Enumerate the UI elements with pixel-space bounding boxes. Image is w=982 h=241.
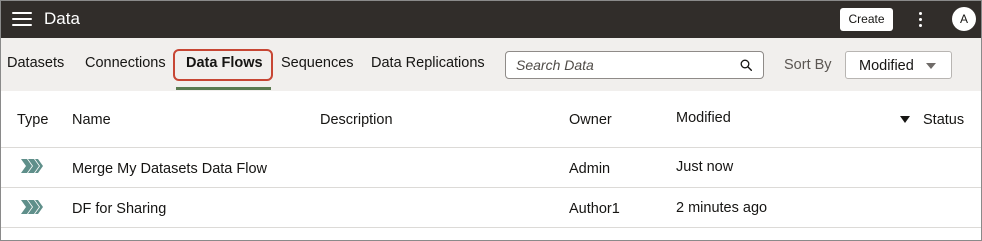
hamburger-menu-icon[interactable] [12, 12, 32, 27]
table-row[interactable]: DF for Sharing Author1 2 minutes ago [1, 188, 981, 228]
column-header-name[interactable]: Name [72, 112, 111, 128]
tab-connections[interactable]: Connections [85, 55, 166, 71]
tab-data-replications[interactable]: Data Replications [371, 55, 485, 71]
column-header-description[interactable]: Description [320, 112, 393, 128]
column-header-modified[interactable]: Modified [676, 110, 731, 126]
create-button[interactable]: Create [840, 8, 893, 31]
page-title: Data [44, 9, 80, 28]
sort-by-select[interactable]: Modified [845, 51, 952, 79]
row-modified: 2 minutes ago [676, 200, 768, 216]
row-name: DF for Sharing [72, 201, 167, 217]
column-header-type[interactable]: Type [17, 112, 48, 128]
sort-descending-icon[interactable] [900, 116, 910, 123]
row-name: Merge My Datasets Data Flow [72, 161, 268, 177]
data-flow-icon [21, 200, 43, 214]
row-owner: Author1 [569, 201, 620, 217]
data-flow-icon [21, 159, 43, 173]
tab-data-flows[interactable]: Data Flows [186, 55, 263, 71]
search-input[interactable] [516, 55, 736, 75]
column-header-status[interactable]: Status [923, 112, 964, 128]
row-owner: Admin [569, 161, 611, 177]
sort-by-label: Sort By [784, 57, 832, 73]
chevron-down-icon [926, 63, 936, 69]
tab-sequences[interactable]: Sequences [281, 55, 354, 71]
search-icon[interactable] [740, 59, 752, 71]
data-page: Data Create A Datasets Connections Data … [0, 0, 982, 241]
tab-datasets[interactable]: Datasets [7, 55, 64, 71]
search-box [505, 51, 764, 79]
row-modified: Just now [676, 159, 734, 175]
table-header [1, 91, 981, 148]
more-options-icon[interactable] [913, 10, 927, 30]
user-avatar[interactable]: A [952, 7, 976, 31]
table-row[interactable]: Merge My Datasets Data Flow Admin Just n… [1, 148, 981, 188]
toolbar: Datasets Connections Data Flows Sequence… [1, 38, 981, 91]
sort-by-value: Modified [859, 58, 914, 74]
app-header: Data Create A [1, 1, 981, 38]
active-tab-indicator [176, 87, 271, 90]
column-header-owner[interactable]: Owner [569, 112, 612, 128]
